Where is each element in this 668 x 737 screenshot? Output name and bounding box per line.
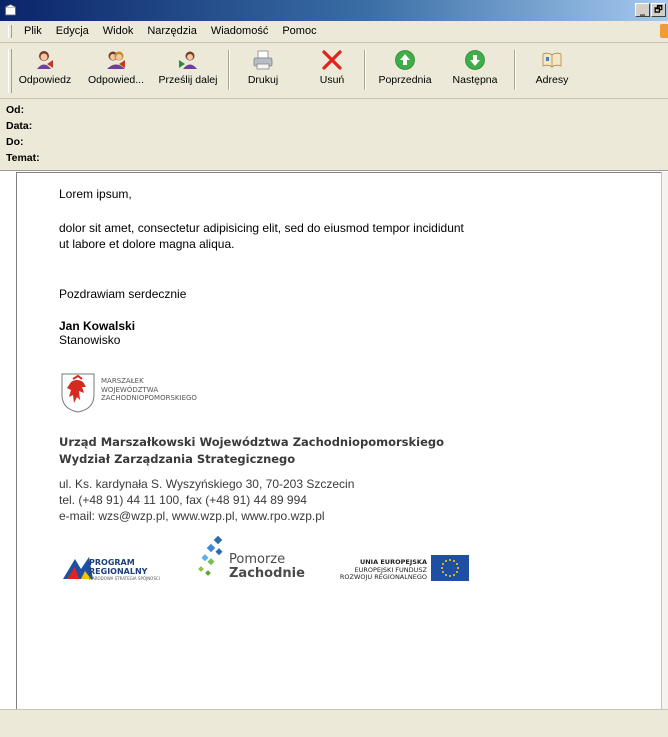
app-logo-icon — [660, 24, 668, 38]
reply-button[interactable]: Odpowiedz — [16, 47, 74, 93]
message-body[interactable]: Lorem ipsum, dolor sit amet, consectetur… — [16, 172, 662, 709]
next-icon — [465, 50, 485, 70]
crest-icon — [61, 373, 95, 413]
reply-all-label: Odpowied... — [87, 74, 145, 86]
pomorze-text: Zachodnie — [229, 566, 305, 581]
address-line-1: ul. Ks. kardynała S. Wyszyńskiego 30, 70… — [59, 477, 355, 491]
addresses-button[interactable]: Adresy — [526, 47, 578, 93]
sender-name: Jan Kowalski — [59, 319, 136, 333]
org-name-1: Urząd Marszałkowski Województwa Zachodni… — [59, 435, 445, 449]
restore-button[interactable]: 🗗 — [651, 3, 666, 17]
print-icon — [253, 50, 273, 70]
vertical-scrollbar[interactable] — [661, 172, 668, 709]
next-label: Następna — [452, 74, 498, 86]
address-line-3: e-mail: wzs@wzp.pl, www.wzp.pl, www.rpo.… — [59, 509, 325, 523]
sender-position: Stanowisko — [59, 333, 121, 347]
menu-grip[interactable] — [8, 25, 12, 38]
address-book-icon — [542, 52, 562, 68]
eu-flag-icon — [431, 555, 469, 581]
eu-text: ROZWOJU REGIONALNEGO — [339, 573, 427, 581]
delete-button[interactable]: Usuń — [312, 47, 352, 93]
status-bar — [0, 709, 668, 737]
print-button[interactable]: Drukuj — [240, 47, 286, 93]
pomorze-logo-text: Pomorze Zachodnie — [229, 553, 305, 581]
delete-label: Usuń — [319, 74, 345, 86]
crest-line: WOJEWÓDZTWA — [101, 385, 159, 394]
menu-tools[interactable]: Narzędzia — [147, 21, 197, 42]
menu-file[interactable]: Plik — [24, 21, 42, 42]
addresses-label: Adresy — [535, 74, 569, 86]
program-text: REGIONALNY — [89, 567, 148, 576]
forward-button[interactable]: Prześlij dalej — [156, 47, 220, 93]
forward-icon — [179, 51, 197, 69]
forward-label: Prześlij dalej — [158, 74, 218, 86]
closing-text: Pozdrawiam serdecznie — [59, 287, 187, 301]
body-line-2: ut labore et dolore magna aliqua. — [59, 237, 235, 251]
menu-edit[interactable]: Edycja — [56, 21, 89, 42]
title-bar: _ 🗗 — [0, 0, 668, 21]
org-name-2: Wydział Zarządzania Strategicznego — [59, 452, 296, 466]
body-line-1: dolor sit amet, consectetur adipisicing … — [59, 221, 464, 235]
toolbar-grip[interactable] — [8, 49, 12, 93]
header-date-label: Data: — [6, 120, 33, 132]
toolbar-separator — [514, 50, 516, 90]
previous-label: Poprzednia — [378, 74, 432, 86]
crest-line: ZACHODNIOPOMORSKIEGO — [101, 394, 197, 402]
menu-bar: Plik Edycja Widok Narzędzia Wiadomość Po… — [0, 21, 668, 43]
reply-label: Odpowiedz — [18, 74, 72, 86]
reply-all-button[interactable]: Odpowied... — [80, 47, 152, 93]
minimize-button[interactable]: _ — [635, 3, 650, 17]
program-logo-text: PROGRAM REGIONALNY NARODOWA STRATEGIA SP… — [89, 558, 160, 582]
menu-message[interactable]: Wiadomość — [211, 21, 268, 42]
menu-help[interactable]: Pomoc — [282, 21, 316, 42]
pomorze-text: Pomorze — [229, 552, 286, 567]
program-subtext: NARODOWA STRATEGIA SPÓJNOŚCI — [89, 576, 160, 581]
header-to-label: Do: — [6, 136, 24, 148]
crest-line: MARSZAŁEK — [101, 377, 144, 385]
print-label: Drukuj — [247, 74, 279, 86]
window-envelope-icon — [5, 4, 16, 16]
program-text: PROGRAM — [89, 558, 135, 567]
address-line-2: tel. (+48 91) 44 11 100, fax (+48 91) 44… — [59, 493, 307, 507]
toolbar: Odpowiedz Odpowied... Prześlij dalej Dru… — [0, 43, 668, 99]
reply-icon — [37, 51, 53, 69]
next-button[interactable]: Następna — [446, 47, 504, 93]
toolbar-separator — [364, 50, 366, 90]
toolbar-separator — [228, 50, 230, 90]
message-headers: Od: Data: Do: Temat: — [0, 99, 668, 171]
delete-icon — [322, 50, 342, 70]
crest-caption: MARSZAŁEK WOJEWÓDZTWA ZACHODNIOPOMORSKIE… — [101, 377, 197, 403]
previous-icon — [395, 50, 415, 70]
eu-logo-text: UNIA EUROPEJSKA EUROPEJSKI FUNDUSZ ROZWO… — [335, 558, 427, 582]
pomorze-logo-icon — [198, 535, 223, 576]
header-from-label: Od: — [6, 104, 25, 116]
header-subject-label: Temat: — [6, 152, 40, 164]
previous-button[interactable]: Poprzednia — [374, 47, 436, 93]
greeting-text: Lorem ipsum, — [59, 187, 132, 201]
menu-view[interactable]: Widok — [103, 21, 134, 42]
reply-all-icon — [107, 51, 125, 69]
